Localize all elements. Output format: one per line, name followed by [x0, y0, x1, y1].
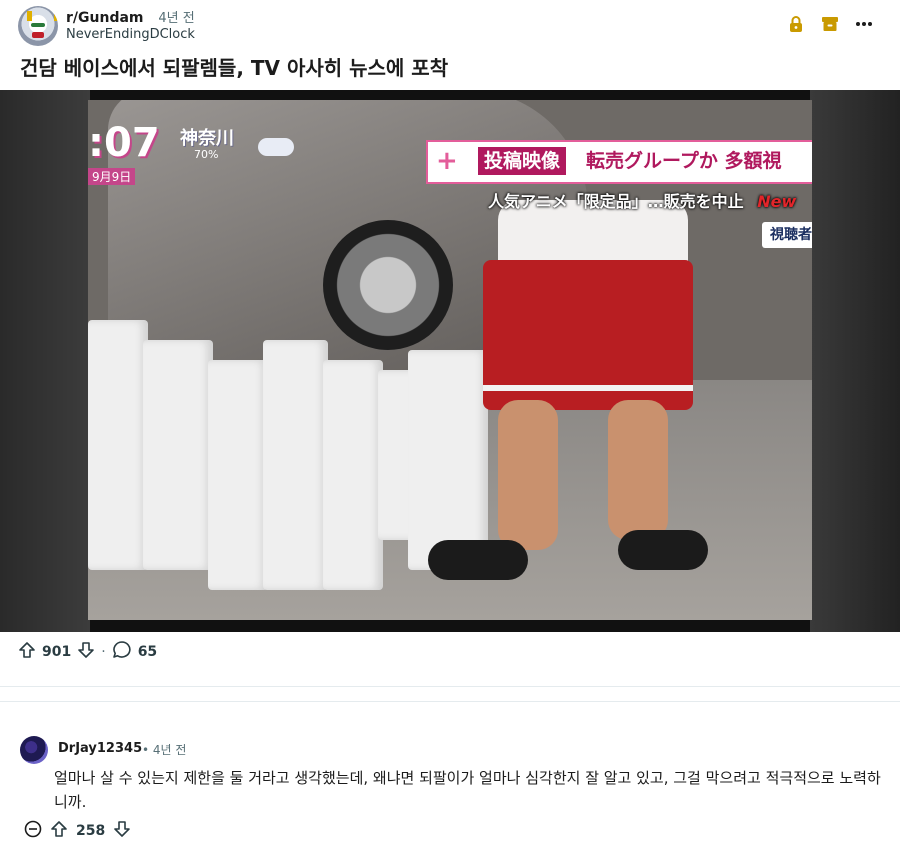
shorts-stripe: [483, 385, 693, 391]
comment-upvote-count: 258: [76, 823, 106, 839]
person-leg: [498, 400, 558, 550]
subreddit-link[interactable]: r/Gundam: [66, 10, 144, 26]
shopping-bag: [323, 360, 383, 590]
actions-separator: ·: [101, 644, 106, 660]
cloud-icon: [258, 138, 294, 156]
person-leg: [608, 400, 668, 540]
tv-place: 神奈川: [180, 128, 234, 149]
upvote-count: 901: [42, 644, 72, 660]
comment-time: • 4년 전: [142, 743, 187, 757]
person-slipper: [618, 530, 708, 570]
comment-count: 65: [137, 644, 158, 660]
post-image[interactable]: :07 9月9日 神奈川 70% + 投稿映像 転売グループか 多額視 人気アニ…: [0, 90, 900, 632]
news-subhead: 人気アニメ「限定品」…販売を中止 New: [488, 188, 796, 212]
post-title[interactable]: 건담 베이스에서 되팔렘들, TV 아사히 뉴스에 포착: [20, 52, 448, 81]
car-wheel: [323, 220, 453, 350]
divider: [0, 686, 900, 687]
post-time: 4년 전: [158, 11, 195, 26]
lock-icon: [786, 14, 806, 34]
comment-icon[interactable]: [112, 640, 132, 664]
avatar-v-fin: [27, 11, 58, 21]
tv-clock: :07: [88, 120, 160, 166]
shopping-bag: [88, 320, 148, 570]
news-banner: + 投稿映像 転売グループか 多額視: [426, 140, 812, 184]
avatar-eye: [31, 23, 45, 27]
tv-date: 9月9日: [88, 168, 136, 185]
archive-icon: [820, 14, 840, 34]
tv-screen: :07 9月9日 神奈川 70% + 投稿映像 転売グループか 多額視 人気アニ…: [88, 100, 812, 620]
author-link[interactable]: NeverEndingDClock: [66, 27, 195, 42]
person-slipper: [428, 540, 528, 580]
plus-icon: +: [436, 146, 458, 176]
post-actions: 901 · 65: [18, 640, 157, 664]
subhead-text: 人気アニメ「限定品」…販売を中止: [488, 192, 744, 211]
downvote-icon[interactable]: [77, 641, 95, 663]
tv-percent: 70%: [194, 148, 219, 161]
header-actions: [786, 14, 874, 34]
subreddit-line: r/Gundam 4년 전: [66, 7, 195, 26]
upvote-icon[interactable]: [18, 641, 36, 663]
shopping-bag: [208, 360, 268, 590]
banner-headline: 転売グループか 多額視: [586, 150, 782, 172]
more-options-icon[interactable]: [854, 14, 874, 34]
image-blur-left: [0, 90, 90, 632]
banner-tag: 投稿映像: [478, 147, 567, 175]
shopping-bag: [408, 350, 488, 570]
commenter-name[interactable]: DrJay12345: [58, 741, 142, 756]
divider: [0, 701, 900, 702]
comment-body: 얼마나 살 수 있는지 제한을 둘 거라고 생각했는데, 왜냐면 되팔이가 얼마…: [54, 769, 881, 811]
avatar-chin: [32, 32, 44, 38]
image-blur-right: [810, 90, 900, 632]
viewer-tag: 視聴者: [762, 222, 812, 248]
shopping-bag: [263, 340, 328, 590]
shopping-bag: [143, 340, 213, 570]
commenter-avatar[interactable]: [20, 736, 48, 764]
post-header: r/Gundam 4년 전 NeverEndingDClock: [18, 6, 882, 46]
subhead-new: New: [757, 192, 797, 211]
subreddit-avatar[interactable]: [18, 6, 58, 46]
